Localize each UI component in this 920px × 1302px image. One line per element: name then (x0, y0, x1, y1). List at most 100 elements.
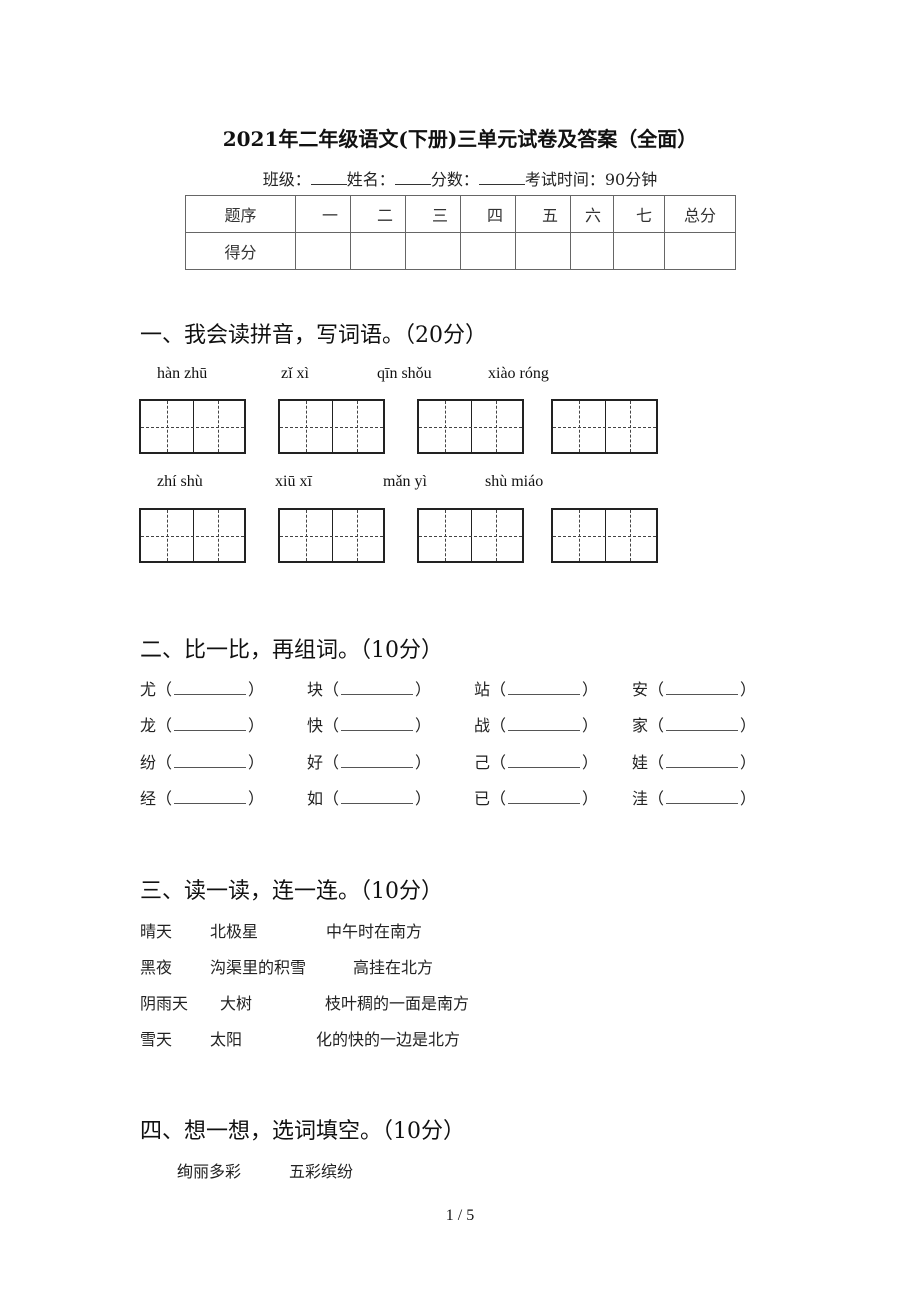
open-paren: （ (156, 753, 173, 772)
column-header: 三 (405, 195, 461, 233)
score-cell[interactable] (350, 232, 406, 270)
score-cell[interactable] (570, 232, 614, 270)
class-blank[interactable] (310, 170, 347, 185)
writing-grid[interactable] (551, 399, 658, 454)
match-right-item[interactable]: 中午时在南方 (326, 918, 422, 942)
close-paren: ） (415, 716, 432, 735)
answer-blank[interactable] (174, 752, 247, 768)
score-cell[interactable] (460, 232, 516, 270)
character: 块 (307, 680, 324, 699)
character: 己 (474, 753, 491, 772)
close-paren: ） (740, 680, 757, 699)
word-option: 绚丽多彩 (177, 1162, 242, 1181)
answer-blank[interactable] (174, 679, 247, 695)
character: 经 (140, 789, 157, 808)
match-left-item[interactable]: 晴天 (140, 918, 172, 942)
answer-blank[interactable] (508, 788, 581, 804)
close-paren: ） (740, 789, 757, 808)
total-header: 总分 (664, 195, 736, 233)
match-middle-item[interactable]: 大树 (220, 990, 252, 1014)
writing-grid[interactable] (139, 508, 246, 563)
answer-blank[interactable] (174, 788, 247, 804)
open-paren: （ (490, 789, 507, 808)
match-left-item[interactable]: 阴雨天 (140, 990, 188, 1014)
answer-blank[interactable] (666, 679, 739, 695)
word-formation-item: 块（ ） (307, 676, 431, 700)
open-paren: （ (156, 716, 173, 735)
score-table: 题序 一 二 三 四 五 六 七 总分 得分 (185, 195, 736, 270)
match-right-item[interactable]: 高挂在北方 (353, 954, 433, 978)
score-blank[interactable] (478, 170, 525, 185)
open-paren: （ (490, 716, 507, 735)
score-cell[interactable] (613, 232, 665, 270)
writing-grid[interactable] (139, 399, 246, 454)
pinyin-label: shù miáo (485, 473, 544, 490)
open-paren: （ (490, 680, 507, 699)
exam-title: 2021年二年级语文(下册)三单元试卷及答案（全面） (222, 127, 698, 151)
close-paren: ） (248, 716, 265, 735)
answer-blank[interactable] (666, 788, 739, 804)
open-paren: （ (490, 753, 507, 772)
match-left-item[interactable]: 雪天 (140, 1026, 172, 1050)
class-label: 班级： (262, 170, 311, 189)
writing-grid[interactable] (417, 508, 524, 563)
section1-heading: 一、我会读拼音，写词语。（20分） (140, 323, 487, 348)
writing-grid[interactable] (417, 399, 524, 454)
answer-blank[interactable] (341, 788, 414, 804)
answer-blank[interactable] (341, 679, 414, 695)
close-paren: ） (582, 716, 599, 735)
answer-blank[interactable] (341, 752, 414, 768)
column-header: 四 (460, 195, 516, 233)
name-label: 姓名： (346, 170, 395, 189)
header-label-cell: 题序 (185, 195, 296, 233)
writing-grid[interactable] (551, 508, 658, 563)
word-formation-item: 纷（ ） (140, 749, 264, 773)
character: 已 (474, 789, 491, 808)
word-formation-item: 好（ ） (307, 749, 431, 773)
answer-blank[interactable] (341, 715, 414, 731)
answer-blank[interactable] (666, 752, 739, 768)
answer-blank[interactable] (666, 715, 739, 731)
answer-blank[interactable] (174, 715, 247, 731)
word-option: 五彩缤纷 (289, 1162, 354, 1181)
score-cell[interactable] (295, 232, 351, 270)
word-formation-item: 经（ ） (140, 785, 264, 809)
score-cell[interactable] (405, 232, 461, 270)
name-blank[interactable] (394, 170, 431, 185)
close-paren: ） (740, 716, 757, 735)
pinyin-label: mǎn yì (383, 473, 427, 490)
score-table-header-row: 题序 一 二 三 四 五 六 七 总分 (185, 195, 736, 233)
answer-blank[interactable] (508, 715, 581, 731)
match-middle-item[interactable]: 太阳 (210, 1026, 242, 1050)
pinyin-label: xiū xī (275, 473, 312, 490)
match-right-item[interactable]: 化的快的一边是北方 (316, 1026, 460, 1050)
match-middle-item[interactable]: 沟渠里的积雪 (210, 954, 306, 978)
word-formation-item: 洼（ ） (632, 785, 756, 809)
open-paren: （ (648, 716, 665, 735)
character: 安 (632, 680, 649, 699)
close-paren: ） (248, 789, 265, 808)
student-info-line: 班级： 姓名： 分数： 考试时间：90分钟 (0, 166, 920, 190)
open-paren: （ (648, 680, 665, 699)
open-paren: （ (156, 680, 173, 699)
character: 快 (307, 716, 324, 735)
writing-grid[interactable] (278, 399, 385, 454)
answer-blank[interactable] (508, 752, 581, 768)
writing-grid[interactable] (278, 508, 385, 563)
match-left-item[interactable]: 黑夜 (140, 954, 172, 978)
close-paren: ） (582, 789, 599, 808)
total-score-cell[interactable] (664, 232, 736, 270)
word-formation-item: 快（ ） (307, 712, 431, 736)
match-middle-item[interactable]: 北极星 (210, 918, 258, 942)
column-header: 六 (570, 195, 614, 233)
word-formation-item: 己（ ） (474, 749, 598, 773)
open-paren: （ (648, 789, 665, 808)
column-header: 二 (350, 195, 406, 233)
close-paren: ） (415, 680, 432, 699)
word-formation-item: 娃（ ） (632, 749, 756, 773)
score-cell[interactable] (515, 232, 571, 270)
pinyin-label: zǐ xì (281, 365, 309, 382)
time-label: 考试时间：90分钟 (524, 170, 658, 189)
match-right-item[interactable]: 枝叶稠的一面是南方 (325, 990, 469, 1014)
answer-blank[interactable] (508, 679, 581, 695)
